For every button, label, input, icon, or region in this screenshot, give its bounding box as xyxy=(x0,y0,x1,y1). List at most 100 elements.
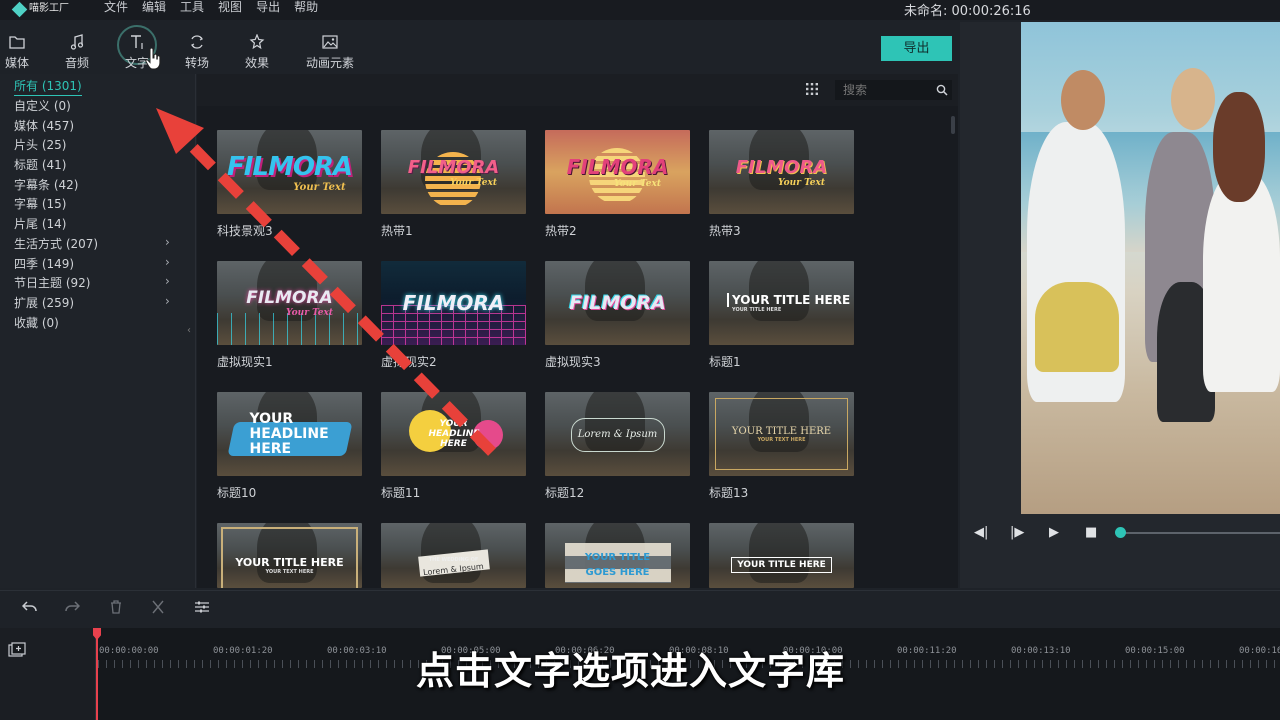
main-menu: 文件 编辑 工具 视图 导出 帮助 xyxy=(104,0,318,14)
playhead[interactable] xyxy=(96,636,98,720)
category-opener[interactable]: 片头 (25) xyxy=(14,136,66,155)
menu-view[interactable]: 视图 xyxy=(218,0,242,14)
category-favorites[interactable]: 收藏 (0) xyxy=(14,314,59,333)
delete-icon[interactable] xyxy=(109,600,123,617)
template-thumbnail[interactable]: FILMORA xyxy=(545,261,690,345)
chevron-right-icon[interactable]: › xyxy=(165,255,170,269)
category-holidays[interactable]: 节日主题 (92) xyxy=(14,274,90,293)
thumbnail-art-text: YOUR TITLE HERE xyxy=(727,293,850,307)
category-lower-thirds[interactable]: 字幕条 (42) xyxy=(14,176,78,195)
thumbnail-art-text: FILMORA xyxy=(402,291,505,315)
project-title: 未命名: 00:00:26:16 xyxy=(904,4,1031,19)
category-end-credits[interactable]: 片尾 (14) xyxy=(14,215,66,234)
play-icon[interactable]: ▶ xyxy=(1049,525,1059,540)
menu-tools[interactable]: 工具 xyxy=(180,0,204,14)
thumbnail-art-text: YOUR TITLE xyxy=(584,552,651,563)
ruler-label: 00:00:13:10 xyxy=(1011,646,1071,656)
next-frame-icon[interactable]: |▶ xyxy=(1010,525,1024,540)
tab-effects-label: 效果 xyxy=(244,56,269,70)
template-thumbnail[interactable]: YOUR TITLE HERE YOUR TITLE HERE xyxy=(709,261,854,345)
ruler-label: 00:00:03:10 xyxy=(327,646,387,656)
chevron-right-icon[interactable]: › xyxy=(165,235,170,249)
thumbnail-sub-text: Your Text xyxy=(293,181,346,193)
cut-icon[interactable] xyxy=(151,600,165,617)
template-thumbnail[interactable]: THE WEDDING OF Lorem & Ipsum xyxy=(381,523,526,588)
search-input[interactable] xyxy=(835,80,952,100)
category-seasons[interactable]: 四季 (149) xyxy=(14,255,74,274)
template-thumbnail[interactable]: FILMORA Your Text xyxy=(381,130,526,214)
effects-icon xyxy=(232,32,282,52)
add-track-icon[interactable] xyxy=(8,642,26,661)
thumbnail-sub-text: YOUR TEXT HERE xyxy=(757,436,806,443)
template-thumbnail[interactable]: Lorem & Ipsum xyxy=(545,392,690,476)
video-preview xyxy=(1021,22,1280,514)
template-label: 虚拟现实2 xyxy=(381,355,437,369)
tab-audio-label: 音频 xyxy=(64,56,89,70)
playback-progress-knob[interactable] xyxy=(1115,527,1126,538)
tab-audio[interactable]: 音频 xyxy=(52,32,102,71)
template-thumbnail[interactable]: YOUR HEADLINE HERE xyxy=(217,392,362,476)
thumbnail-sub-text: Your Text xyxy=(286,308,333,318)
template-thumbnail[interactable]: FILMORA xyxy=(381,261,526,345)
template-thumbnail[interactable]: YOUR TITLE HERE YOUR TEXT HERE xyxy=(709,392,854,476)
person-figure xyxy=(1203,172,1280,392)
template-thumbnail[interactable]: YOUR HEADLINE HERE xyxy=(381,392,526,476)
menu-file[interactable]: 文件 xyxy=(104,0,128,14)
template-thumbnail[interactable]: YOUR TITLE HERE YOUR TEXT HERE xyxy=(217,523,362,588)
music-note-icon xyxy=(52,32,102,52)
ruler-label: 00:00:01:20 xyxy=(213,646,273,656)
grid-view-icon[interactable] xyxy=(805,82,819,99)
tab-media[interactable]: 媒体 xyxy=(0,32,42,71)
image-icon xyxy=(304,32,356,52)
chevron-right-icon[interactable]: › xyxy=(165,294,170,308)
template-thumbnail[interactable]: YOUR TITLE HERE xyxy=(709,523,854,588)
thumbnail-sub-text: THE WEDDING OF xyxy=(428,556,479,563)
tab-effects[interactable]: 效果 xyxy=(232,32,282,71)
thumbnail-art-text: Lorem & Ipsum xyxy=(422,561,485,577)
category-subtitles[interactable]: 字幕 (15) xyxy=(14,195,66,214)
thumbnail-art-text: Lorem & Ipsum xyxy=(577,428,658,440)
category-titles[interactable]: 标题 (41) xyxy=(14,156,66,175)
thumbnail-art-text: YOUR HEADLINE HERE xyxy=(428,419,480,449)
thumbnail-art-text: FILMORA xyxy=(246,288,333,308)
export-button[interactable]: 导出 xyxy=(881,36,952,61)
timeline-toolbar xyxy=(0,590,1280,628)
search-icon[interactable] xyxy=(936,84,948,99)
template-label: 热带2 xyxy=(545,224,577,238)
chevron-right-icon[interactable]: › xyxy=(165,274,170,288)
tab-transitions[interactable]: 转场 xyxy=(172,32,222,71)
ruler-label: 00:00:00:00 xyxy=(99,646,159,656)
template-label: 虚拟现实1 xyxy=(217,355,273,369)
folder-icon xyxy=(0,32,42,52)
template-label: 标题12 xyxy=(545,486,585,500)
thumbnail-sub-text: Your Text xyxy=(778,177,825,188)
library-scrollbar[interactable] xyxy=(951,116,955,134)
transition-icon xyxy=(172,32,222,52)
playback-progress-track[interactable] xyxy=(1122,532,1280,534)
stop-icon[interactable]: ■ xyxy=(1085,525,1097,540)
template-thumbnail[interactable]: FILMORA Your Text xyxy=(709,130,854,214)
thumbnail-art-text: YOUR TITLE HERE xyxy=(731,425,832,437)
thumbnail-art-text: FILMORA xyxy=(226,151,353,182)
prev-frame-icon[interactable]: ◀| xyxy=(974,525,988,540)
menu-edit[interactable]: 编辑 xyxy=(142,0,166,14)
template-label: 科技景观3 xyxy=(217,224,273,238)
menu-help[interactable]: 帮助 xyxy=(294,0,318,14)
category-lifestyle[interactable]: 生活方式 (207) xyxy=(14,235,98,254)
category-all[interactable]: 所有 (1301) xyxy=(14,77,82,96)
redo-icon[interactable] xyxy=(64,600,81,617)
menu-export[interactable]: 导出 xyxy=(256,0,280,14)
adjust-icon[interactable] xyxy=(194,600,210,617)
playback-controls xyxy=(960,514,1280,588)
undo-icon[interactable] xyxy=(21,600,38,617)
collapse-sidebar-icon[interactable]: ‹ xyxy=(187,325,191,336)
category-extensions[interactable]: 扩展 (259) xyxy=(14,294,74,313)
category-custom[interactable]: 自定义 (0) xyxy=(14,97,71,116)
template-thumbnail[interactable]: FILMORA Your Text xyxy=(217,261,362,345)
template-thumbnail[interactable]: YOUR TITLE GOES HERE xyxy=(545,523,690,588)
template-thumbnail[interactable]: FILMORA Your Text xyxy=(545,130,690,214)
logo-mark-icon xyxy=(11,1,28,17)
template-thumbnail[interactable]: FILMORA Your Text xyxy=(217,130,362,214)
tab-elements[interactable]: 动画元素 xyxy=(304,32,356,71)
category-media[interactable]: 媒体 (457) xyxy=(14,117,74,136)
